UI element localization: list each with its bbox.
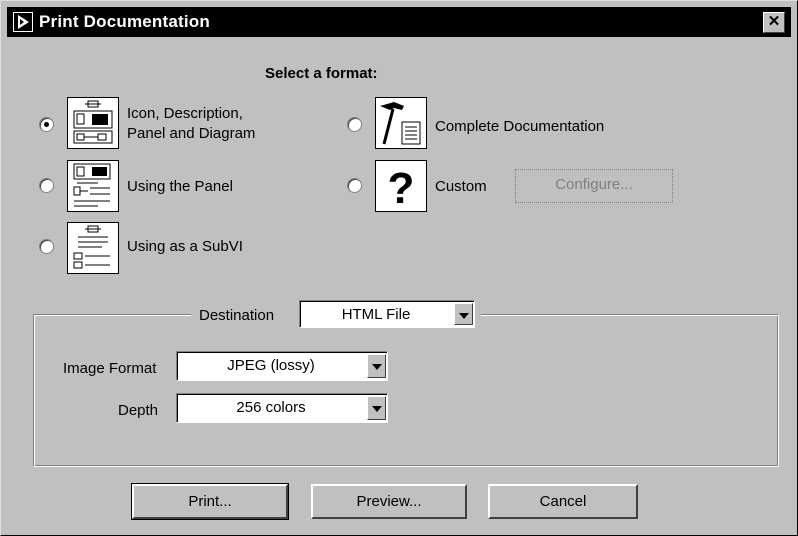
question-mark-icon: ? <box>375 160 427 212</box>
format-label-complete-documentation: Complete Documentation <box>435 118 605 135</box>
chevron-down-icon[interactable] <box>367 396 386 420</box>
radio-using-the-panel[interactable] <box>39 178 54 193</box>
radio-using-as-subvi[interactable] <box>39 239 54 254</box>
hammer-document-icon <box>375 97 427 149</box>
app-icon <box>13 12 33 32</box>
format-label-icon-description-line2: Panel and Diagram <box>127 125 256 142</box>
format-heading: Select a format: <box>265 65 378 82</box>
destination-select[interactable]: HTML File <box>299 300 475 328</box>
subvi-icon <box>67 222 119 274</box>
radio-complete-documentation[interactable] <box>347 117 362 132</box>
image-format-value: JPEG (lossy) <box>227 357 315 374</box>
format-label-using-as-subvi: Using as a SubVI <box>127 238 243 255</box>
configure-button[interactable]: Configure... <box>515 169 673 203</box>
destination-group <box>33 314 779 467</box>
cancel-button[interactable]: Cancel <box>488 484 638 519</box>
chevron-down-icon[interactable] <box>454 303 473 325</box>
print-documentation-dialog: Print Documentation ✕ Select a format: I… <box>0 0 798 536</box>
depth-label: Depth <box>118 402 159 419</box>
preview-button[interactable]: Preview... <box>311 484 467 519</box>
destination-label: Destination <box>199 307 275 324</box>
radio-custom[interactable] <box>347 178 362 193</box>
panel-icon <box>67 160 119 212</box>
format-label-icon-description-line1: Icon, Description, <box>127 105 243 122</box>
format-label-custom: Custom <box>435 178 487 195</box>
format-label-using-the-panel: Using the Panel <box>127 178 233 195</box>
radio-icon-description-panel-diagram[interactable] <box>39 117 54 132</box>
svg-text:?: ? <box>388 164 415 211</box>
icon-panel-diagram-icon <box>67 97 119 149</box>
close-button[interactable]: ✕ <box>763 12 785 33</box>
print-button[interactable]: Print... <box>132 484 288 519</box>
depth-value: 256 colors <box>236 399 306 416</box>
destination-value: HTML File <box>341 306 411 323</box>
chevron-down-icon[interactable] <box>367 354 386 378</box>
image-format-label: Image Format <box>63 360 157 377</box>
window-title: Print Documentation <box>39 12 210 31</box>
depth-select[interactable]: 256 colors <box>176 393 388 423</box>
title-bar[interactable]: Print Documentation ✕ <box>7 7 791 37</box>
image-format-select[interactable]: JPEG (lossy) <box>176 351 388 381</box>
